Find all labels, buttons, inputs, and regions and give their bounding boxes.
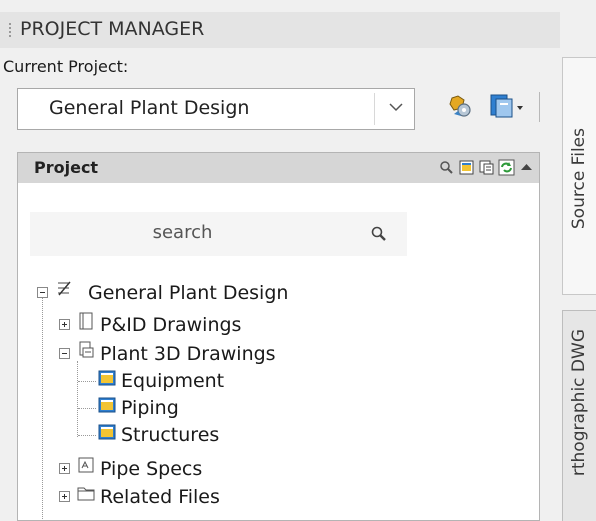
panel-title: PROJECT MANAGER	[20, 18, 205, 40]
tab-source-files[interactable]: Source Files	[562, 57, 596, 295]
caret-up-icon[interactable]	[518, 159, 535, 176]
refresh-icon[interactable]	[498, 159, 515, 176]
project-icon	[58, 281, 71, 296]
tree-item-pipe-specs[interactable]: Pipe Specs	[100, 458, 202, 480]
current-project-dropdown[interactable]: General Plant Design	[17, 88, 415, 130]
tree-item-piping[interactable]: Piping	[121, 397, 179, 419]
project-panel: Project search General Plant Design P&ID…	[17, 152, 540, 521]
tree-item-equipment[interactable]: Equipment	[121, 370, 224, 392]
collapse-toggle[interactable]	[59, 348, 70, 359]
tree-item-general-plant-design[interactable]: General Plant Design	[88, 282, 288, 304]
tree-connector	[42, 297, 44, 520]
tree-item-structures[interactable]: Structures	[121, 424, 219, 446]
pid-drawings-icon	[79, 312, 93, 330]
project-panel-title: Project	[34, 158, 99, 177]
tab-orthographic-dwg[interactable]: rthographic DWG	[562, 310, 596, 521]
new-drawing-icon[interactable]	[458, 159, 475, 176]
tree-connector	[78, 408, 96, 410]
tab-orthographic-dwg-label: rthographic DWG	[569, 329, 589, 477]
search-placeholder: search	[152, 222, 213, 243]
collapse-toggle[interactable]	[37, 287, 48, 298]
tree-connector	[78, 381, 96, 383]
folder-icon	[77, 487, 95, 501]
pipe-specs-icon	[78, 457, 94, 473]
dropdown-separator	[374, 93, 375, 125]
project-panel-header: Project	[18, 153, 539, 183]
plant-3d-drawings-icon	[79, 341, 94, 358]
tree-connector	[78, 435, 96, 437]
current-project-label: Current Project:	[3, 57, 129, 76]
structures-drawing-icon	[98, 424, 116, 440]
copy-drawing-icon[interactable]	[478, 159, 495, 176]
grip-icon[interactable]	[8, 22, 12, 38]
chevron-down-icon[interactable]	[388, 100, 404, 114]
tree-item-pid-drawings[interactable]: P&ID Drawings	[100, 314, 241, 336]
search-input[interactable]: search	[30, 212, 407, 256]
tree-connector	[77, 361, 79, 437]
equipment-drawing-icon	[98, 370, 116, 386]
current-project-value: General Plant Design	[49, 97, 250, 119]
project-manager-title-bar: PROJECT MANAGER	[0, 12, 560, 48]
expand-toggle[interactable]	[59, 491, 70, 502]
piping-drawing-icon	[98, 397, 116, 413]
tree-item-related-files[interactable]: Related Files	[100, 486, 220, 508]
search-icon[interactable]	[438, 159, 455, 176]
project-settings-icon[interactable]	[444, 92, 480, 122]
search-icon[interactable]	[370, 225, 388, 243]
expand-toggle[interactable]	[59, 319, 70, 330]
tab-source-files-label: Source Files	[569, 128, 589, 230]
publish-icon[interactable]	[486, 92, 526, 122]
toolbar-separator	[539, 92, 540, 122]
expand-toggle[interactable]	[59, 463, 70, 474]
tree-item-plant-3d-drawings[interactable]: Plant 3D Drawings	[100, 343, 276, 365]
